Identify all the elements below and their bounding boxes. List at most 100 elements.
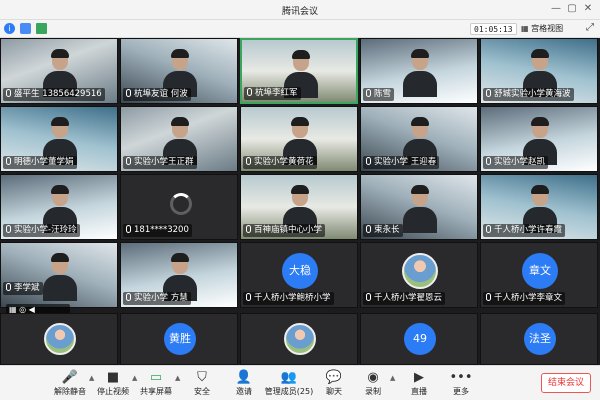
chat-label: 聊天 (326, 387, 342, 396)
mic-icon (126, 225, 131, 233)
unmute-button[interactable]: 🎤 解除静音 (47, 369, 93, 397)
participant-name: 李学斌 (14, 283, 40, 293)
maximize-icon[interactable]: ▢ (566, 3, 578, 14)
more-button[interactable]: ••• 更多 (438, 369, 484, 397)
participant-name: 181****3200 (134, 225, 189, 235)
record-options-caret-icon[interactable]: ▲ (390, 374, 395, 382)
participant-name: 杭埠李红军 (255, 88, 298, 98)
signal-icon[interactable] (36, 23, 47, 34)
mic-icon (6, 225, 11, 233)
info-icon[interactable]: i (4, 23, 15, 34)
participant-name-label: 实验小学 王迎春 (363, 156, 440, 169)
participant-tile[interactable]: 千人桥小学许春霞 (480, 174, 598, 240)
fullscreen-icon[interactable]: ⤢ (586, 22, 594, 33)
security-button[interactable]: ⛉ 安全 (179, 369, 225, 397)
shield-icon[interactable] (20, 23, 31, 34)
participant-name: 千人桥小学李章文 (494, 293, 563, 303)
live-stream-button[interactable]: ▶ 直播 (396, 369, 442, 397)
participant-avatar (44, 323, 76, 355)
participant-avatar: 章文 (522, 253, 558, 289)
participant-tile[interactable]: 49 (360, 313, 478, 365)
participant-tile[interactable]: 千人桥小学翟恩云 (360, 242, 478, 308)
participant-name-label: 李学斌 (3, 282, 43, 295)
mic-icon (486, 225, 491, 233)
share-screen-button[interactable]: ▭ 共享屏幕 (133, 369, 179, 397)
mic-icon (246, 293, 251, 301)
record-label: 录制 (365, 387, 381, 396)
participant-name: 实验小学王正群 (134, 157, 194, 167)
participant-name-label: 实验小学-汪玲玲 (3, 224, 80, 237)
minimize-icon[interactable]: — (550, 3, 562, 14)
participant-tile[interactable]: 实验小学赵凯 (480, 106, 598, 172)
participant-name-label: 明德小学董学娟 (3, 156, 77, 169)
participant-name-label: 实验小学黄荷花 (243, 156, 317, 169)
camera-icon: ■ (106, 370, 120, 385)
participant-tile[interactable]: 杭埠友谊 何波 (120, 38, 238, 104)
mic-icon (366, 157, 371, 165)
participant-tile[interactable]: 章文 千人桥小学李章文 (480, 242, 598, 308)
video-grid: 盛平生 13856429516 杭埠友谊 何波 杭埠李红军 陈雪 舒城实验小学黄… (0, 38, 600, 313)
participant-name: 千人桥小学鲍桥小学 (254, 293, 331, 303)
share-screen-label: 共享屏幕 (140, 387, 172, 396)
title-bar: 腾讯会议 — ▢ ✕ (0, 0, 600, 20)
participant-name-label: 实验小学赵凯 (483, 156, 549, 169)
participant-tile[interactable]: 大稳 千人桥小学鲍桥小学 (240, 242, 358, 308)
participant-tile[interactable] (240, 313, 358, 365)
participant-name-label: 千人桥小学翟恩云 (363, 292, 446, 305)
unmute-label: 解除静音 (54, 387, 86, 396)
mic-icon (486, 89, 491, 97)
participant-tile[interactable]: 舒城实验小学黄海波 (480, 38, 598, 104)
participant-tile-active-speaker[interactable]: 杭埠李红军 (240, 38, 358, 104)
participant-tile[interactable]: 李学斌 (0, 242, 118, 308)
participant-name: 陈雪 (374, 89, 392, 99)
participant-name: 实验小学 方慧 (134, 293, 188, 303)
participant-avatar: 49 (404, 323, 436, 355)
mic-icon (6, 283, 11, 291)
participant-name: 千人桥小学翟恩云 (374, 293, 443, 303)
mic-icon (366, 293, 371, 301)
mic-icon (486, 293, 491, 301)
participant-tile[interactable]: 实验小学黄荷花 (240, 106, 358, 172)
participant-name-label: 舒城实验小学黄海波 (483, 88, 574, 101)
participant-tile[interactable]: 束永长 (360, 174, 478, 240)
manage-members-button[interactable]: 👥 管理成员(25) (262, 369, 316, 397)
stop-video-button[interactable]: ■ 停止视频 (90, 369, 136, 397)
participant-tile[interactable]: 实验小学-汪玲玲 (0, 174, 118, 240)
grid-icon: ▦ (521, 24, 532, 33)
participant-tile[interactable]: 百神庙镇中心小学 (240, 174, 358, 240)
participant-tile[interactable]: 实验小学王正群 (120, 106, 238, 172)
mic-icon (126, 89, 131, 97)
participant-name-label: 181****3200 (123, 224, 192, 237)
mic-icon (126, 157, 131, 165)
mic-icon (246, 225, 251, 233)
participant-name: 束永长 (374, 225, 400, 235)
manage-members-label: 管理成员(25) (264, 387, 314, 396)
add-user-icon: 👤 (235, 370, 253, 385)
end-meeting-button[interactable]: 结束会议 (541, 373, 591, 393)
close-icon[interactable]: ✕ (582, 3, 594, 14)
participant-avatar: 法圣 (524, 323, 556, 355)
participant-tile[interactable]: 明德小学董学娟 (0, 106, 118, 172)
participant-name: 杭埠友谊 何波 (134, 89, 188, 99)
participant-tile[interactable] (0, 313, 118, 365)
participant-avatar: 大稳 (282, 253, 318, 289)
view-mode-button[interactable]: ▦ 宫格视图 (521, 23, 563, 35)
participant-tile[interactable]: 实验小学 方慧 (120, 242, 238, 308)
participant-name: 实验小学 王迎春 (374, 157, 437, 167)
invite-label: 邀请 (236, 387, 252, 396)
participant-tile[interactable]: 盛平生 13856429516 (0, 38, 118, 104)
participant-video (43, 253, 77, 301)
participant-tile[interactable]: 陈雪 (360, 38, 478, 104)
participant-name-label: 千人桥小学鲍桥小学 (243, 292, 334, 305)
invite-button[interactable]: 👤 邀请 (221, 369, 267, 397)
participant-tile[interactable]: 法圣 (480, 313, 598, 365)
participant-tile[interactable]: 实验小学 王迎春 (360, 106, 478, 172)
stop-video-label: 停止视频 (97, 387, 129, 396)
participant-video (403, 49, 437, 97)
participant-tile[interactable]: 黄胜 (120, 313, 238, 365)
meeting-timer: 01:05:13 (470, 23, 517, 35)
mic-icon (366, 89, 371, 97)
participant-tile[interactable]: 181****3200 (120, 174, 238, 240)
participant-avatar (402, 253, 438, 289)
participant-name-label: 陈雪 (363, 88, 395, 101)
